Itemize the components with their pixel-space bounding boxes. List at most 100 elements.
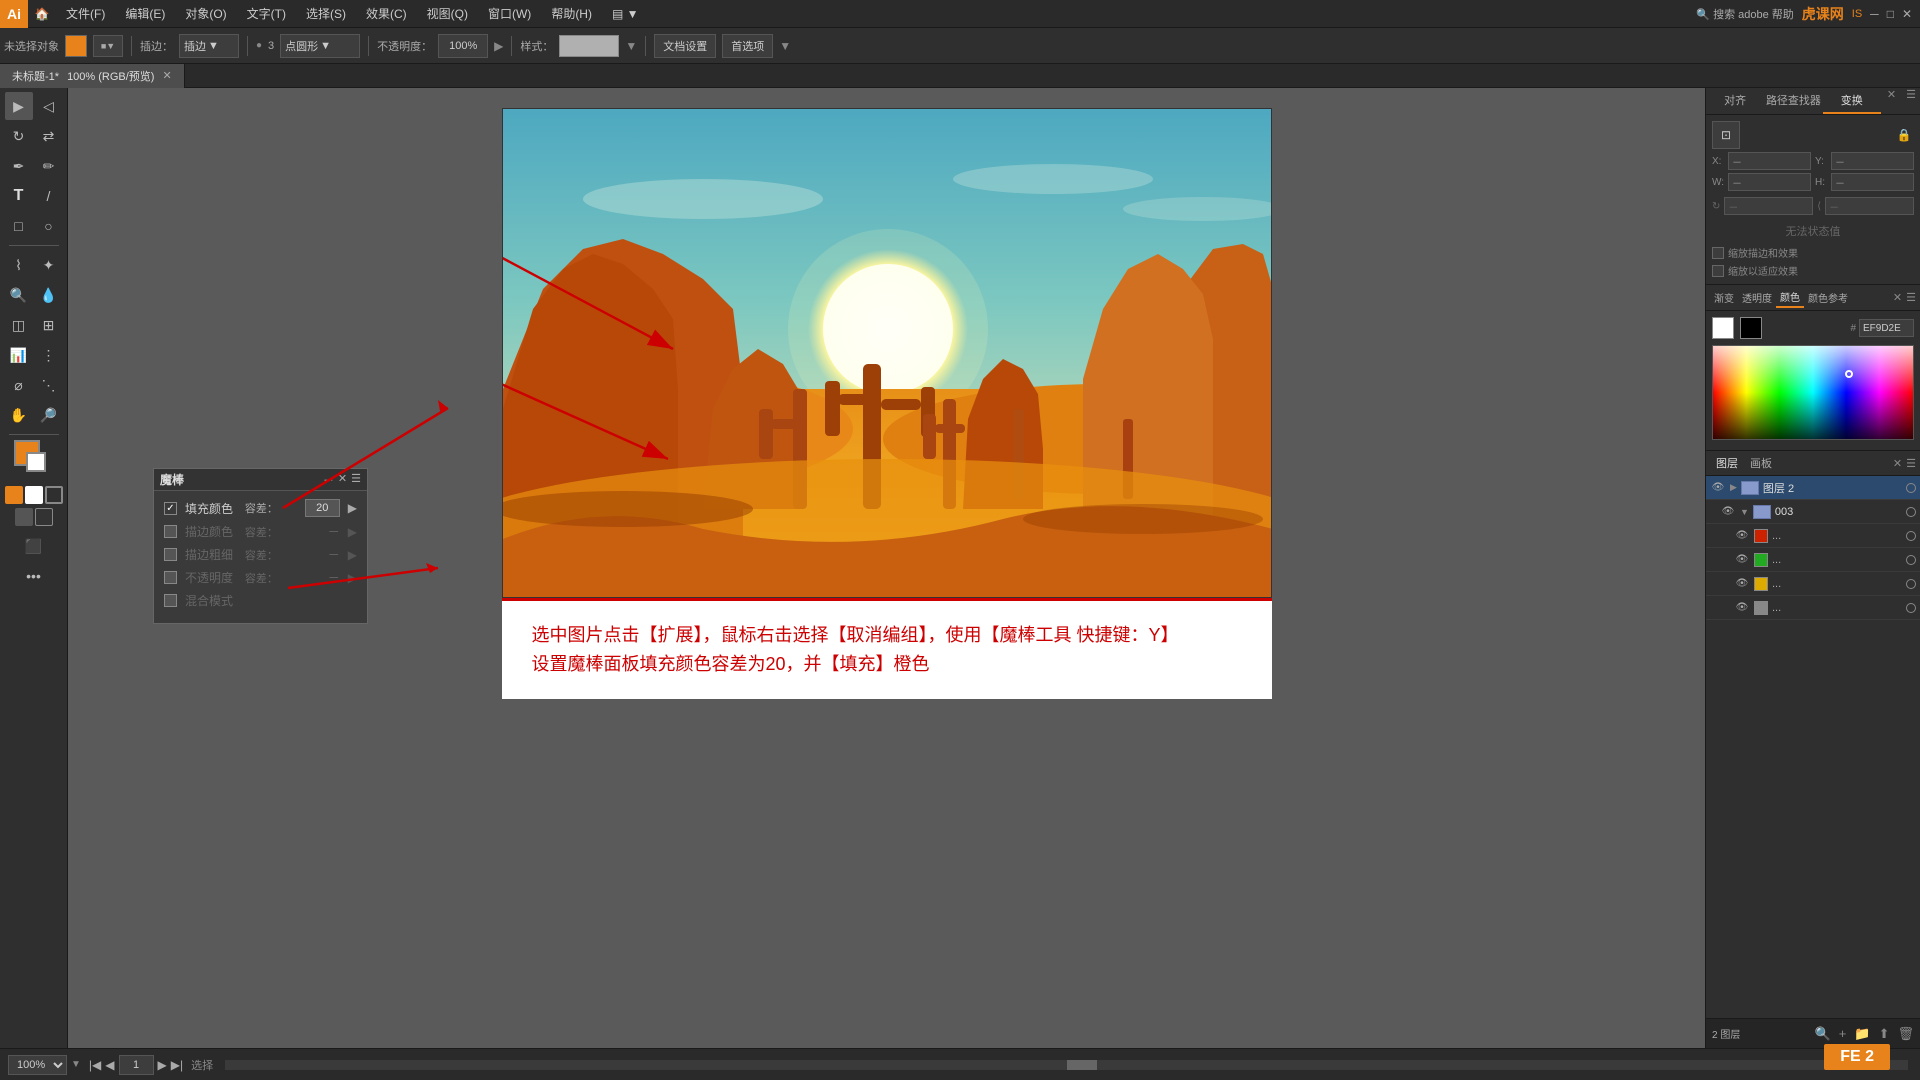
- reshape-tool[interactable]: ⋱: [35, 371, 63, 399]
- menu-help[interactable]: 帮助(H): [541, 0, 602, 28]
- blend-select[interactable]: 插边▼: [179, 34, 239, 58]
- opacity-checkbox[interactable]: [164, 571, 177, 584]
- transform-icon1[interactable]: ⊡: [1712, 121, 1740, 149]
- layer-item-green[interactable]: 👁 ...: [1706, 548, 1920, 572]
- fill-color-icon[interactable]: [5, 486, 23, 504]
- rect-tool[interactable]: □: [5, 212, 33, 240]
- align-art-checkbox[interactable]: [1712, 265, 1724, 277]
- menu-text[interactable]: 文字(T): [237, 0, 296, 28]
- lock-icon[interactable]: 🔒: [1894, 125, 1914, 145]
- tab-close-btn[interactable]: ✕: [162, 69, 171, 82]
- stroke-thickness-checkbox[interactable]: [164, 548, 177, 561]
- red-eye[interactable]: 👁: [1734, 528, 1750, 544]
- transform-tab[interactable]: 变换: [1823, 88, 1881, 114]
- canvas-area[interactable]: 魔棒 － ✕ ☰ 填充颜色 容差： ▶: [68, 88, 1705, 1048]
- brush-type-select[interactable]: 点圆形▼: [280, 34, 360, 58]
- pref-btn[interactable]: 首选项: [722, 34, 773, 58]
- window-maximize[interactable]: □: [1887, 7, 1894, 21]
- fill-color-checkbox[interactable]: [164, 502, 177, 515]
- layers-tab[interactable]: 图层: [1710, 453, 1744, 473]
- line-tool[interactable]: /: [35, 182, 63, 210]
- layer2-expand[interactable]: ▶: [1730, 482, 1737, 493]
- extra-tool[interactable]: ⋮: [35, 341, 63, 369]
- chart-tool[interactable]: 📊: [5, 341, 33, 369]
- layer-item-red[interactable]: 👁 ...: [1706, 524, 1920, 548]
- item003-eye[interactable]: 👁: [1720, 504, 1736, 520]
- stroke-color-icon[interactable]: [25, 486, 43, 504]
- zoom-tool[interactable]: 🔍: [5, 281, 33, 309]
- doc-tab[interactable]: 未标题-1* 100% (RGB/预览) ✕: [0, 64, 185, 88]
- text-tool[interactable]: T: [5, 182, 33, 210]
- layer-item-layer2[interactable]: 👁 ▶ 图层 2: [1706, 476, 1920, 500]
- extras-btn[interactable]: •••: [20, 562, 48, 590]
- zoom-arrow[interactable]: ▼: [71, 1059, 81, 1070]
- nav-prev[interactable]: ◀: [105, 1058, 114, 1072]
- zoom-select[interactable]: 100% 50% 200%: [8, 1055, 67, 1075]
- magnify-tool[interactable]: 🔎: [35, 401, 63, 429]
- opacity-input[interactable]: 100%: [438, 34, 488, 58]
- layer-item-gray[interactable]: 👁 ...: [1706, 596, 1920, 620]
- item003-expand[interactable]: ▼: [1740, 507, 1749, 517]
- color-picker-dot[interactable]: [1845, 370, 1853, 378]
- menu-object[interactable]: 对象(O): [175, 0, 236, 28]
- select-tool[interactable]: ▶: [5, 92, 33, 120]
- rotation-input[interactable]: －: [1724, 197, 1813, 215]
- layer-folder-icon[interactable]: 📁: [1854, 1026, 1870, 1042]
- fill-tolerance-arrow[interactable]: ▶: [348, 501, 357, 515]
- color-tab-active[interactable]: 颜色: [1776, 287, 1804, 308]
- h-input[interactable]: －: [1831, 173, 1914, 191]
- black-swatch[interactable]: [1740, 317, 1762, 339]
- window-minimize[interactable]: ─: [1870, 7, 1879, 21]
- home-icon[interactable]: 🏠: [28, 0, 56, 28]
- background-color[interactable]: [26, 452, 46, 472]
- layer-move-up-icon[interactable]: ⬆: [1879, 1026, 1890, 1042]
- layer-delete-icon[interactable]: 🗑: [1897, 1026, 1914, 1042]
- screen-mode-btn[interactable]: ⬛: [20, 532, 48, 560]
- panel-minimize[interactable]: －: [323, 472, 334, 488]
- menu-effect[interactable]: 效果(C): [356, 0, 417, 28]
- normal-mode[interactable]: [15, 508, 33, 526]
- color-reference-tab[interactable]: 颜色参考: [1804, 288, 1852, 307]
- gray-eye[interactable]: 👁: [1734, 600, 1750, 616]
- nav-next[interactable]: ▶: [158, 1058, 167, 1072]
- pref-arrow[interactable]: ▼: [779, 39, 791, 53]
- outline-mode[interactable]: [35, 508, 53, 526]
- window-close[interactable]: ✕: [1902, 7, 1912, 21]
- menu-edit[interactable]: 编辑(E): [115, 0, 175, 28]
- pencil-tool[interactable]: ✏: [35, 152, 63, 180]
- layer-add-icon[interactable]: +: [1839, 1026, 1847, 1042]
- page-input[interactable]: [119, 1055, 154, 1075]
- canvas-image[interactable]: ↖: [502, 108, 1272, 598]
- constrain-checkbox[interactable]: [1712, 247, 1724, 259]
- mesh-tool[interactable]: ⊞: [35, 311, 63, 339]
- warp-tool[interactable]: ⌀: [5, 371, 33, 399]
- align-tab[interactable]: 对齐: [1706, 88, 1764, 114]
- panel-menu[interactable]: ☰: [351, 472, 361, 488]
- opacity-arrow[interactable]: ▶: [494, 39, 503, 53]
- menu-extras[interactable]: ▤ ▼: [602, 0, 649, 28]
- panel-menu-btn[interactable]: ☰: [1902, 88, 1920, 114]
- yellow-eye[interactable]: 👁: [1734, 576, 1750, 592]
- fill-tolerance-input[interactable]: [305, 499, 340, 517]
- lasso-tool[interactable]: ⌇: [5, 251, 33, 279]
- menu-file[interactable]: 文件(F): [56, 0, 115, 28]
- white-swatch[interactable]: [1712, 317, 1734, 339]
- stroke-btn[interactable]: ■ ▼: [93, 35, 123, 57]
- layer-item-yellow[interactable]: 👁 ...: [1706, 572, 1920, 596]
- gradient-tool[interactable]: ◫: [5, 311, 33, 339]
- y-input[interactable]: －: [1831, 152, 1914, 170]
- x-input[interactable]: －: [1728, 152, 1811, 170]
- hand-tool[interactable]: ✋: [5, 401, 33, 429]
- transparency-tab[interactable]: 透明度: [1738, 288, 1776, 307]
- fill-color-box[interactable]: [65, 35, 87, 57]
- layer-panel-close[interactable]: ✕: [1893, 457, 1902, 470]
- color-panel-close[interactable]: ✕: [1893, 291, 1902, 304]
- doc-settings-btn[interactable]: 文档设置: [654, 34, 716, 58]
- layer-panel-menu[interactable]: ☰: [1906, 457, 1916, 470]
- menu-view[interactable]: 视图(Q): [417, 0, 478, 28]
- hex-input[interactable]: [1859, 319, 1914, 337]
- reflect-tool[interactable]: ⇄: [35, 122, 63, 150]
- direct-select-tool[interactable]: ◁: [35, 92, 63, 120]
- panel-close[interactable]: ✕: [338, 472, 347, 488]
- nav-last[interactable]: ▶|: [171, 1058, 183, 1072]
